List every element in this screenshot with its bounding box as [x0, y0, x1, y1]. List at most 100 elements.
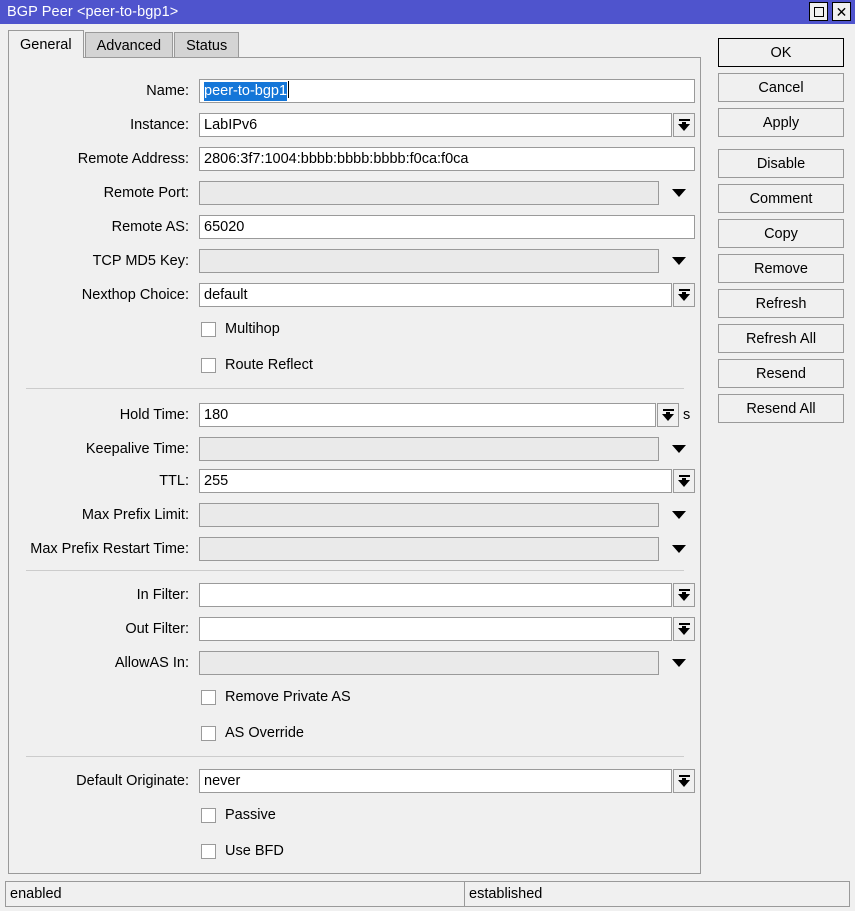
spinner-bar-icon: [679, 119, 690, 121]
max-prefix-limit-dropdown-icon[interactable]: [672, 511, 686, 519]
chevron-down-icon: [662, 414, 674, 421]
out-filter-dropdown-button[interactable]: [673, 617, 695, 641]
status-enabled: enabled: [5, 881, 465, 907]
hold-time-unit: s: [683, 403, 690, 427]
name-label: Name:: [9, 79, 189, 103]
max-prefix-limit-label: Max Prefix Limit:: [9, 503, 189, 527]
close-button[interactable]: ✕: [832, 2, 851, 21]
allowas-in-input[interactable]: [199, 651, 659, 675]
hold-time-label: Hold Time:: [9, 403, 189, 427]
chevron-down-icon: [678, 628, 690, 635]
refresh-all-button[interactable]: Refresh All: [718, 324, 844, 353]
resend-all-button[interactable]: Resend All: [718, 394, 844, 423]
chevron-down-icon: [678, 780, 690, 787]
out-filter-input[interactable]: [199, 617, 672, 641]
spinner-bar-icon: [679, 623, 690, 625]
copy-button[interactable]: Copy: [718, 219, 844, 248]
remote-port-input[interactable]: [199, 181, 659, 205]
remote-address-input[interactable]: 2806:3f7:1004:bbbb:bbbb:bbbb:f0ca:f0ca: [199, 147, 695, 171]
use-bfd-checkbox[interactable]: [201, 844, 216, 859]
tcp-md5-key-dropdown-icon[interactable]: [672, 257, 686, 265]
text-caret: [288, 81, 289, 98]
remote-as-input[interactable]: 65020: [199, 215, 695, 239]
tcp-md5-key-label: TCP MD5 Key:: [9, 249, 189, 273]
nexthop-choice-input[interactable]: default: [199, 283, 672, 307]
cancel-button[interactable]: Cancel: [718, 73, 844, 102]
apply-button[interactable]: Apply: [718, 108, 844, 137]
chevron-down-icon: [678, 294, 690, 301]
remote-as-label: Remote AS:: [9, 215, 189, 239]
route-reflect-label: Route Reflect: [225, 357, 313, 373]
tab-status-label: Status: [186, 38, 227, 54]
remove-private-as-checkbox[interactable]: [201, 690, 216, 705]
as-override-label: AS Override: [225, 725, 304, 741]
remote-port-dropdown-icon[interactable]: [672, 189, 686, 197]
route-reflect-checkbox[interactable]: [201, 358, 216, 373]
section-divider-1: [26, 388, 684, 389]
allowas-in-label: AllowAS In:: [9, 651, 189, 675]
instance-label: Instance:: [9, 113, 189, 137]
passive-checkbox[interactable]: [201, 808, 216, 823]
keepalive-time-input[interactable]: [199, 437, 659, 461]
tab-status[interactable]: Status: [174, 32, 239, 58]
hold-time-input[interactable]: 180: [199, 403, 656, 427]
max-prefix-restart-time-input[interactable]: [199, 537, 659, 561]
remote-port-label: Remote Port:: [9, 181, 189, 205]
multihop-checkbox-row[interactable]: Multihop: [201, 318, 280, 340]
as-override-checkbox[interactable]: [201, 726, 216, 741]
in-filter-label: In Filter:: [9, 583, 189, 607]
remove-private-as-checkbox-row[interactable]: Remove Private AS: [201, 686, 351, 708]
tab-advanced[interactable]: Advanced: [85, 32, 174, 58]
default-originate-label: Default Originate:: [9, 769, 189, 793]
max-prefix-restart-time-label: Max Prefix Restart Time:: [9, 537, 189, 561]
resend-button[interactable]: Resend: [718, 359, 844, 388]
status-session-state: established: [465, 881, 850, 907]
spinner-bar-icon: [679, 775, 690, 777]
passive-checkbox-row[interactable]: Passive: [201, 804, 276, 826]
max-prefix-limit-input[interactable]: [199, 503, 659, 527]
hold-time-spinner-button[interactable]: [657, 403, 679, 427]
ok-button[interactable]: OK: [718, 38, 844, 67]
spinner-bar-icon: [663, 409, 674, 411]
ttl-input[interactable]: 255: [199, 469, 672, 493]
use-bfd-checkbox-row[interactable]: Use BFD: [201, 840, 284, 862]
comment-button[interactable]: Comment: [718, 184, 844, 213]
chevron-down-icon: [678, 594, 690, 601]
max-prefix-restart-time-dropdown-icon[interactable]: [672, 545, 686, 553]
tab-general[interactable]: General: [8, 30, 84, 58]
allowas-in-dropdown-icon[interactable]: [672, 659, 686, 667]
chevron-down-icon: [678, 124, 690, 131]
ttl-spinner-button[interactable]: [673, 469, 695, 493]
name-input[interactable]: peer-to-bgp1: [199, 79, 695, 103]
window-title: BGP Peer <peer-to-bgp1>: [0, 4, 178, 20]
window-controls: ✕: [809, 2, 851, 21]
as-override-checkbox-row[interactable]: AS Override: [201, 722, 304, 744]
tab-strip: General Advanced Status: [8, 30, 240, 58]
refresh-button[interactable]: Refresh: [718, 289, 844, 318]
close-icon: ✕: [836, 5, 848, 19]
instance-dropdown-button[interactable]: [673, 113, 695, 137]
nexthop-choice-label: Nexthop Choice:: [9, 283, 189, 307]
remove-button[interactable]: Remove: [718, 254, 844, 283]
in-filter-dropdown-button[interactable]: [673, 583, 695, 607]
tcp-md5-key-input[interactable]: [199, 249, 659, 273]
route-reflect-checkbox-row[interactable]: Route Reflect: [201, 354, 313, 376]
remove-private-as-label: Remove Private AS: [225, 689, 351, 705]
section-divider-2: [26, 570, 684, 571]
in-filter-input[interactable]: [199, 583, 672, 607]
spinner-bar-icon: [679, 589, 690, 591]
tab-advanced-label: Advanced: [97, 38, 162, 54]
keepalive-time-dropdown-icon[interactable]: [672, 445, 686, 453]
out-filter-label: Out Filter:: [9, 617, 189, 641]
ttl-label: TTL:: [9, 469, 189, 493]
default-originate-input[interactable]: never: [199, 769, 672, 793]
spinner-bar-icon: [679, 289, 690, 291]
chevron-down-icon: [678, 480, 690, 487]
maximize-button[interactable]: [809, 2, 828, 21]
instance-input[interactable]: LabIPv6: [199, 113, 672, 137]
default-originate-dropdown-button[interactable]: [673, 769, 695, 793]
nexthop-choice-dropdown-button[interactable]: [673, 283, 695, 307]
title-bar: BGP Peer <peer-to-bgp1> ✕: [0, 0, 855, 24]
disable-button[interactable]: Disable: [718, 149, 844, 178]
multihop-checkbox[interactable]: [201, 322, 216, 337]
